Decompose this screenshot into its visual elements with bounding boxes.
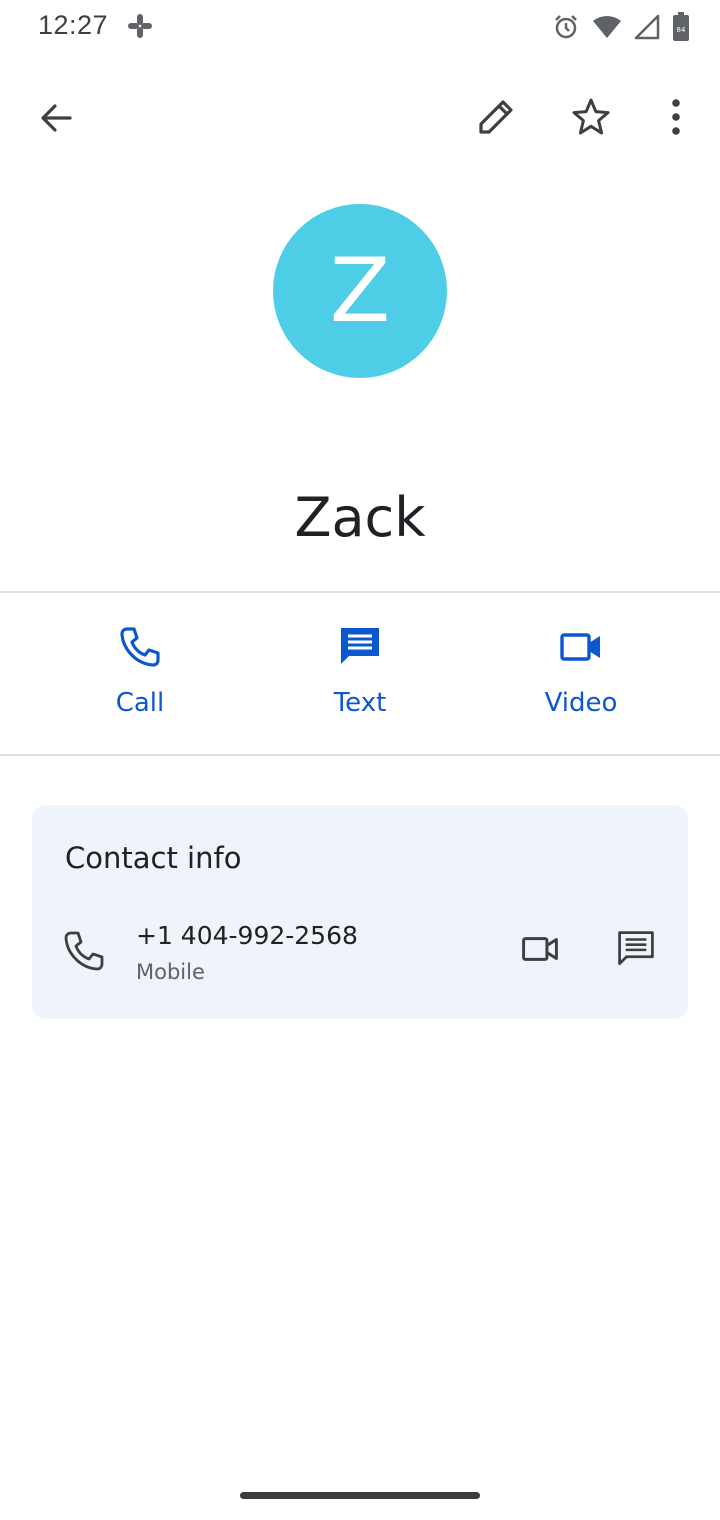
call-button[interactable]: Call	[60, 622, 220, 718]
message-icon	[618, 931, 654, 966]
contact-info-card: Contact info +1 404-992-2568 Mobile	[32, 805, 688, 1019]
battery-level: 84	[677, 26, 686, 34]
divider	[0, 754, 720, 756]
star-outline-icon	[572, 98, 610, 135]
avatar-letter: Z	[329, 239, 391, 342]
quick-actions: Call Text Video	[0, 594, 720, 754]
contact-detail-screen: 12:27 84 Z Zack Call Text Video Contact …	[0, 0, 720, 1520]
contact-name: Zack	[294, 486, 426, 549]
more-options-button[interactable]	[648, 89, 704, 145]
more-vert-icon	[672, 99, 680, 135]
gesture-navigation-bar[interactable]	[240, 1492, 480, 1499]
edit-button[interactable]	[468, 89, 524, 145]
video-button[interactable]: Video	[501, 622, 661, 718]
top-app-bar	[0, 80, 720, 156]
text-button[interactable]: Text	[280, 622, 440, 718]
videocam-icon	[560, 633, 600, 661]
edit-pencil-icon	[479, 100, 513, 134]
favorite-button[interactable]	[563, 89, 619, 145]
phone-icon	[64, 931, 104, 971]
message-icon	[341, 628, 379, 664]
video-call-number-button[interactable]	[516, 925, 564, 973]
message-number-button[interactable]	[612, 925, 660, 973]
signal-icon	[634, 14, 660, 40]
status-icons: 84	[552, 12, 690, 42]
phone-number[interactable]: +1 404-992-2568	[136, 921, 358, 950]
battery-icon: 84	[673, 12, 689, 41]
phone-type: Mobile	[136, 960, 205, 984]
video-label: Video	[544, 688, 618, 718]
call-label: Call	[115, 688, 165, 718]
status-bar: 12:27 84	[0, 0, 720, 56]
divider	[0, 591, 720, 593]
phone-icon	[120, 627, 160, 667]
status-time: 12:27	[38, 10, 109, 40]
back-arrow-icon	[41, 104, 72, 132]
back-button[interactable]	[28, 90, 84, 146]
text-label: Text	[333, 688, 387, 718]
videocam-icon	[522, 937, 558, 961]
contact-avatar[interactable]: Z	[273, 204, 447, 378]
wifi-icon	[593, 15, 621, 38]
slack-icon	[128, 14, 152, 38]
alarm-icon	[555, 15, 577, 39]
contact-info-title: Contact info	[65, 841, 242, 875]
